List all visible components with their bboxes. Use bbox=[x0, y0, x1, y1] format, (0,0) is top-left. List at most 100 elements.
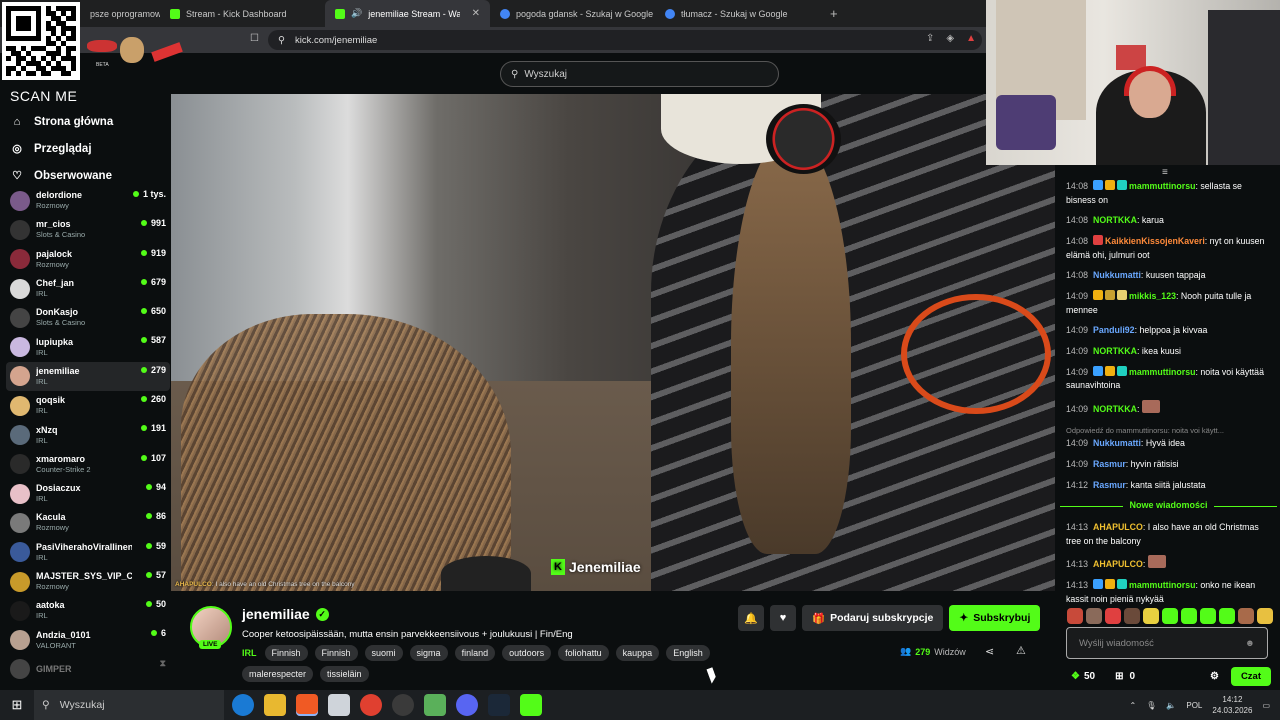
channel-item[interactable]: DonKasjo Slots & Casino 650 bbox=[6, 303, 170, 332]
tag-chip[interactable]: English bbox=[666, 645, 710, 661]
emote-icon[interactable] bbox=[1086, 608, 1102, 624]
chat-input[interactable]: Wyślij wiadomość ☻ bbox=[1066, 627, 1268, 659]
share-icon[interactable]: ⇪ bbox=[926, 33, 934, 44]
message-user[interactable]: AHAPULCO bbox=[1093, 559, 1143, 569]
channel-item[interactable]: MAJSTER_SYS_VIP_C Rozmowy 57 bbox=[6, 567, 170, 596]
message-user[interactable]: NORTKKA bbox=[1093, 215, 1137, 225]
message-user[interactable]: Nukkumatti bbox=[1093, 438, 1141, 448]
tag-chip[interactable]: Finnish bbox=[314, 645, 358, 661]
app-icon-2[interactable] bbox=[424, 694, 446, 716]
channel-item[interactable]: mr_cios Slots & Casino 991 bbox=[6, 215, 170, 244]
tag-chip[interactable]: tissieläin bbox=[320, 666, 369, 682]
streamer-name[interactable]: jenemiliae bbox=[242, 606, 310, 622]
message-user[interactable]: NORTKKA bbox=[1093, 404, 1137, 414]
channel-item[interactable]: GIMPER ⧗ bbox=[6, 655, 170, 684]
language-indicator[interactable]: POL bbox=[1186, 701, 1202, 710]
emote-icon[interactable] bbox=[1105, 608, 1121, 624]
notification-icon[interactable]: ▭ bbox=[1262, 701, 1270, 710]
channel-item[interactable]: xNzq IRL 191 bbox=[6, 420, 170, 449]
tag-chip[interactable]: sigma bbox=[409, 645, 448, 661]
nav-home[interactable]: ⌂ Strona główna bbox=[10, 108, 170, 135]
message-user[interactable]: Nukkumatti bbox=[1093, 270, 1141, 280]
steam-icon[interactable] bbox=[488, 694, 510, 716]
clock[interactable]: 14:12 24.03.2026 bbox=[1212, 694, 1252, 716]
tag-chip[interactable]: finland bbox=[454, 645, 496, 661]
tag-chip[interactable]: outdoors bbox=[502, 645, 552, 661]
video-player[interactable]: AHAPULCO: I also have an old Christmas t… bbox=[171, 94, 1055, 591]
channel-item[interactable]: Kacula Rozmowy 86 bbox=[6, 508, 170, 537]
taskbar-search[interactable]: ⚲ Wyszukaj bbox=[34, 690, 224, 720]
bookmark-icon[interactable]: ☐ bbox=[250, 33, 259, 44]
nav-following[interactable]: ♡ Obserwowane bbox=[10, 162, 170, 189]
gift-subs-button[interactable]: 🎁 Podaruj subskrypcje bbox=[802, 605, 944, 631]
nav-browse[interactable]: ◎ Przeglądaj bbox=[10, 135, 170, 162]
message-user[interactable]: NORTKKA bbox=[1093, 346, 1137, 356]
channel-item[interactable]: delordione Rozmowy 1 tys. bbox=[6, 186, 170, 215]
emote-icon[interactable] bbox=[1124, 608, 1140, 624]
address-bar[interactable]: ⚲ kick.com/jenemiliae bbox=[268, 30, 982, 50]
tab-2[interactable]: Stream - Kick Dashboard bbox=[160, 0, 325, 27]
discord-icon[interactable] bbox=[456, 694, 478, 716]
emote-icon[interactable] bbox=[1162, 608, 1178, 624]
emoji-icon[interactable]: ☻ bbox=[1245, 638, 1255, 649]
send-chat-button[interactable]: Czat bbox=[1230, 667, 1271, 686]
obs-icon[interactable] bbox=[392, 694, 414, 716]
points-icon[interactable]: ❖ bbox=[1071, 671, 1080, 682]
channel-item[interactable]: lupiupka IRL 587 bbox=[6, 332, 170, 361]
tag-chip[interactable]: Finnish bbox=[264, 645, 308, 661]
gift-icon[interactable]: ⊞ bbox=[1115, 671, 1123, 682]
search-input[interactable]: ⚲ Wyszukaj bbox=[500, 61, 779, 87]
tag-chip[interactable]: malerespecter bbox=[242, 666, 314, 682]
kick-app-icon[interactable] bbox=[520, 694, 542, 716]
message-user[interactable]: AHAPULCO bbox=[1093, 522, 1143, 532]
share-icon[interactable]: ⋖ bbox=[985, 645, 994, 658]
message-user[interactable]: KaikkienKissojenKaveri bbox=[1105, 236, 1205, 246]
tab-5[interactable]: tłumacz - Szukaj w Google bbox=[655, 0, 820, 27]
message-user[interactable]: Rasmur bbox=[1093, 459, 1126, 469]
tag-chip[interactable]: foliohattu bbox=[558, 645, 609, 661]
emote-icon[interactable] bbox=[1067, 608, 1083, 624]
report-icon[interactable]: ⚠ bbox=[1016, 644, 1026, 657]
subscribe-button[interactable]: ✦ Subskrybuj bbox=[949, 605, 1041, 631]
brave-shield-icon[interactable]: ◈ bbox=[946, 33, 954, 44]
follow-button[interactable]: ♥ bbox=[770, 605, 796, 631]
channel-item[interactable]: pajalock Rozmowy 919 bbox=[6, 245, 170, 274]
channel-item[interactable]: aatoka IRL 50 bbox=[6, 596, 170, 625]
tab-4[interactable]: pogoda gdansk - Szukaj w Google bbox=[490, 0, 655, 27]
new-tab-button[interactable]: + bbox=[820, 6, 848, 21]
gear-icon[interactable]: ⚙ bbox=[1210, 671, 1219, 682]
channel-item[interactable]: jenemiliae IRL 279 bbox=[6, 361, 170, 392]
message-user[interactable]: mammuttinorsu bbox=[1129, 181, 1195, 191]
notification-bell-button[interactable]: 🔔 bbox=[738, 605, 764, 631]
message-user[interactable]: mammuttinorsu bbox=[1129, 367, 1195, 377]
brave-icon[interactable] bbox=[296, 694, 318, 716]
channel-item[interactable]: Andzia_0101 VALORANT 6 bbox=[6, 625, 170, 654]
channel-item[interactable]: xmaromaro Counter-Strike 2 107 bbox=[6, 450, 170, 479]
app-icon[interactable] bbox=[328, 694, 350, 716]
channel-item[interactable]: Chef_jan IRL 679 bbox=[6, 274, 170, 303]
microphone-icon[interactable]: 🎙 bbox=[1146, 701, 1156, 710]
emote-icon[interactable] bbox=[1200, 608, 1216, 624]
message-user[interactable]: mikkis_123 bbox=[1129, 291, 1176, 301]
chevron-up-icon[interactable]: ⌃ bbox=[1130, 701, 1137, 710]
close-tab-icon[interactable]: ✕ bbox=[472, 8, 480, 19]
emote-icon[interactable] bbox=[1238, 608, 1254, 624]
channel-item[interactable]: PasiViherahoVirallinen IRL 59 bbox=[6, 538, 170, 567]
category-link[interactable]: IRL bbox=[242, 648, 257, 658]
tab-3-active[interactable]: 🔊 jenemiliae Stream - Watch Liv ✕ bbox=[325, 0, 490, 27]
brave-rewards-icon[interactable]: ▲ bbox=[966, 33, 976, 44]
emote-icon[interactable] bbox=[1143, 608, 1159, 624]
emote-icon[interactable] bbox=[1257, 608, 1273, 624]
emote-icon[interactable] bbox=[1219, 608, 1235, 624]
message-user[interactable]: Panduli92 bbox=[1093, 325, 1135, 335]
tag-chip[interactable]: kauppa bbox=[615, 645, 660, 661]
volume-icon[interactable]: 🔈 bbox=[1166, 701, 1176, 710]
emote-icon[interactable] bbox=[1181, 608, 1197, 624]
file-explorer-icon[interactable] bbox=[264, 694, 286, 716]
channel-item[interactable]: Dosiaczux IRL 94 bbox=[6, 479, 170, 508]
chrome-icon[interactable] bbox=[360, 694, 382, 716]
tag-chip[interactable]: suomi bbox=[364, 645, 403, 661]
windows-start-icon[interactable]: ⊞ bbox=[0, 697, 34, 713]
message-user[interactable]: Rasmur bbox=[1093, 480, 1126, 490]
chat-resize-icon[interactable]: ≡ bbox=[1162, 167, 1168, 178]
